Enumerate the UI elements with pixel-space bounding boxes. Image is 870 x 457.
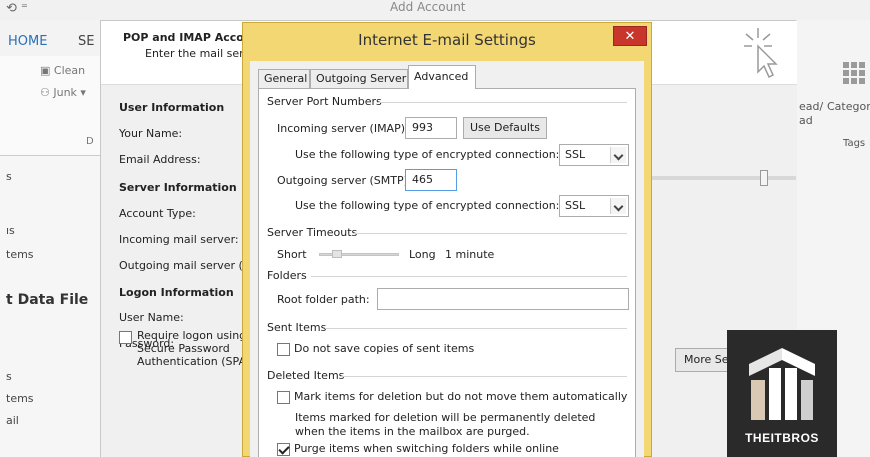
advanced-panel: Server Port Numbers Incoming server (IMA… (258, 88, 636, 457)
dialog-body: General Outgoing Server Advanced Server … (250, 61, 644, 457)
outgoing-encryption-value: SSL (565, 199, 586, 212)
outgoing-encryption-label: Use the following type of encrypted conn… (295, 199, 560, 212)
root-folder-input[interactable] (377, 288, 629, 310)
purge-items-checkbox[interactable] (277, 442, 290, 456)
spa-checkbox[interactable] (119, 331, 132, 344)
tags-group-label: Tags (843, 138, 866, 149)
tab-home[interactable]: HOME (8, 34, 47, 49)
mark-for-deletion-label: Mark items for deletion but do not move … (294, 390, 628, 403)
account-type-label: Account Type: (119, 207, 196, 220)
chevron-down-icon[interactable] (610, 198, 626, 214)
incoming-port-label: Incoming server (IMAP): (277, 122, 409, 135)
theitbros-watermark: THEITBROS (727, 330, 837, 457)
dialog-title-bar[interactable]: Internet E-mail Settings ✕ (243, 23, 651, 61)
tab-general[interactable]: General (258, 69, 310, 88)
read-unread-label-2: ad (799, 114, 813, 127)
logon-info-heading: Logon Information (119, 286, 234, 299)
root-folder-label: Root folder path: (277, 293, 370, 306)
folder-item[interactable]: tems (6, 392, 34, 405)
tab-advanced[interactable]: Advanced (408, 65, 476, 89)
deletion-note: Items marked for deletion will be perman… (295, 411, 596, 438)
purge-items-row[interactable]: Purge items when switching folders while… (277, 442, 559, 456)
purge-items-label: Purge items when switching folders while… (294, 442, 559, 455)
mark-for-deletion-checkbox[interactable] (277, 390, 290, 404)
chevron-down-icon[interactable] (610, 147, 626, 163)
no-sent-copies-row[interactable]: Do not save copies of sent items (277, 342, 474, 356)
server-info-heading: Server Information (119, 181, 237, 194)
user-name-label: User Name: (119, 311, 184, 324)
ribbon-group-label: D (86, 136, 94, 147)
folder-item[interactable]: ıs (6, 224, 15, 237)
quick-access-toolbar[interactable]: ⟲ ⁼ (6, 1, 28, 16)
group-divider (377, 102, 627, 103)
timeouts-group-label: Server Timeouts (267, 226, 358, 239)
email-label: Email Address: (119, 153, 201, 166)
watermark-brand: THEITBROS (745, 431, 819, 445)
use-defaults-button[interactable]: Use Defaults (463, 117, 547, 139)
user-info-heading: User Information (119, 101, 225, 114)
clean-up-button[interactable]: ▣ Clean (40, 64, 85, 77)
incoming-server-label: Incoming mail server: (119, 233, 239, 246)
outgoing-encryption-select[interactable]: SSL (559, 195, 629, 217)
outgoing-port-input[interactable]: 465 (405, 169, 457, 191)
outgoing-port-label: Outgoing server (SMTP): (277, 174, 412, 187)
group-divider (325, 328, 627, 329)
folder-item[interactable]: ail (6, 414, 19, 427)
folders-group-label: Folders (267, 269, 307, 282)
theitbros-logo-icon (749, 348, 815, 420)
ribbon: ▣ Clean ⚇ Junk ▾ D (0, 56, 100, 156)
folder-item[interactable]: s (6, 170, 12, 183)
tab-send-receive[interactable]: SE (78, 34, 94, 49)
server-ports-group-label: Server Port Numbers (267, 95, 382, 108)
incoming-encryption-select[interactable]: SSL (559, 144, 629, 166)
folder-item[interactable]: tems (6, 248, 34, 261)
read-unread-label[interactable]: ead/ (799, 100, 823, 113)
wizard-logo-icon (744, 28, 778, 79)
no-sent-copies-label: Do not save copies of sent items (294, 342, 475, 355)
categorize-label[interactable]: Categor (827, 100, 870, 113)
dialog-title: Internet E-mail Settings (358, 31, 536, 49)
junk-button[interactable]: ⚇ Junk ▾ (40, 86, 86, 99)
your-name-label: Your Name: (119, 127, 183, 140)
timeout-slider-thumb[interactable] (331, 250, 342, 258)
folder-pane: s ıs tems t Data File s tems ail (0, 156, 100, 457)
categorize-icon[interactable] (843, 62, 865, 84)
data-file-heading[interactable]: t Data File (6, 292, 88, 308)
no-sent-copies-checkbox[interactable] (277, 342, 290, 356)
incoming-encryption-value: SSL (565, 148, 586, 161)
incoming-port-input[interactable]: 993 (405, 117, 457, 139)
close-button[interactable]: ✕ (613, 26, 647, 46)
timeout-short-label: Short (277, 248, 307, 261)
timeout-long-label: Long (409, 248, 436, 261)
mail-download-slider-thumb[interactable] (760, 170, 768, 186)
internet-email-settings-dialog: Internet E-mail Settings ✕ General Outgo… (242, 22, 652, 457)
folder-item[interactable]: s (6, 370, 12, 383)
title-bar: ⟲ ⁼ Add Account (0, 0, 870, 20)
group-divider (341, 376, 627, 377)
deleted-items-group-label: Deleted Items (267, 369, 345, 382)
group-divider (353, 233, 627, 234)
sent-items-group-label: Sent Items (267, 321, 327, 334)
timeout-value: 1 minute (445, 248, 495, 261)
mark-for-deletion-row[interactable]: Mark items for deletion but do not move … (277, 390, 627, 404)
group-divider (311, 276, 627, 277)
mail-download-slider-track (652, 176, 796, 180)
tab-outgoing-server[interactable]: Outgoing Server (310, 69, 408, 88)
window-title: Add Account (390, 0, 466, 14)
incoming-encryption-label: Use the following type of encrypted conn… (295, 148, 560, 161)
spa-label: Require logon using Secure Password Auth… (137, 329, 251, 368)
